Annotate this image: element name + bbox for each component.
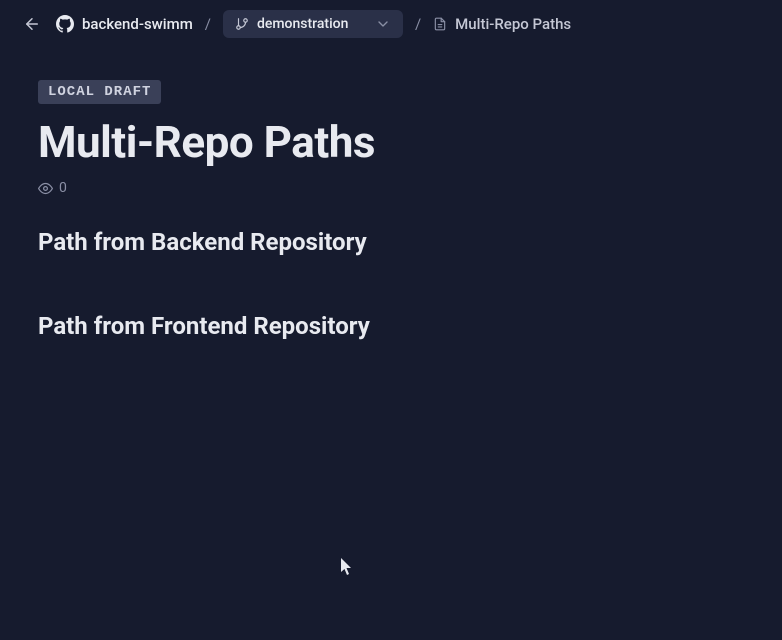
breadcrumb-separator: / — [415, 15, 421, 33]
view-counter: 0 — [38, 180, 744, 196]
document-icon — [433, 17, 447, 31]
back-button[interactable] — [20, 12, 44, 36]
section-heading: Path from Backend Repository — [38, 228, 744, 256]
repo-link[interactable]: backend-swimm — [56, 15, 193, 33]
header-breadcrumb: backend-swimm / demonstration / — [0, 0, 782, 48]
draft-badge: LOCAL DRAFT — [38, 80, 161, 104]
section-heading: Path from Frontend Repository — [38, 312, 744, 340]
main-content: LOCAL DRAFT Multi-Repo Paths 0 Path from… — [0, 48, 782, 428]
document-name-label: Multi-Repo Paths — [455, 15, 571, 33]
document-breadcrumb[interactable]: Multi-Repo Paths — [433, 15, 571, 33]
branch-name-label: demonstration — [257, 16, 348, 32]
chevron-down-icon — [375, 16, 391, 32]
github-icon — [56, 15, 74, 33]
arrow-left-icon — [23, 15, 41, 33]
eye-icon — [38, 181, 53, 196]
page-title: Multi-Repo Paths — [38, 116, 744, 168]
view-count-label: 0 — [59, 180, 67, 196]
breadcrumb-separator: / — [205, 15, 211, 33]
branch-selector-left: demonstration — [235, 16, 348, 32]
branch-selector[interactable]: demonstration — [223, 10, 403, 38]
mouse-cursor — [341, 558, 355, 580]
repo-name-label: backend-swimm — [82, 15, 193, 33]
git-branch-icon — [235, 17, 249, 31]
